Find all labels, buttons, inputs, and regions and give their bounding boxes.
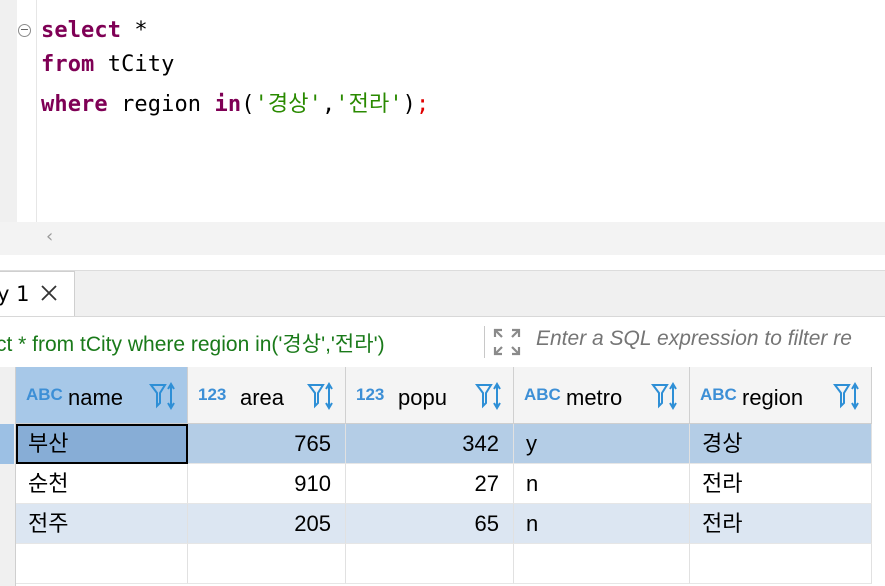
expand-icon[interactable] — [492, 327, 522, 357]
filter-sort-icon[interactable] — [149, 381, 181, 411]
row-header[interactable] — [0, 424, 14, 464]
column-header-popu[interactable]: 123 popu — [346, 367, 514, 424]
chevron-left-icon[interactable]: ‹ — [46, 226, 53, 247]
type-badge: ABC — [700, 385, 737, 404]
table-cell-area[interactable]: 205 — [188, 504, 346, 544]
code-line-3[interactable]: where region in('경상','전라'); — [41, 86, 429, 118]
keyword-select: select — [41, 18, 122, 43]
close-icon[interactable] — [38, 282, 60, 310]
column-label: name — [68, 385, 124, 410]
string-literal: '경상' — [254, 92, 322, 117]
collapse-icon[interactable]: − — [18, 24, 31, 37]
table-cell-metro[interactable]: n — [514, 504, 690, 544]
filter-input[interactable] — [536, 327, 885, 351]
tab-results-1[interactable]: y 1 — [0, 271, 75, 318]
filter-sort-icon[interactable] — [651, 381, 683, 411]
table-cell-name[interactable]: 부산 — [16, 424, 188, 464]
type-badge: ABC — [26, 385, 63, 404]
table-cell-metro[interactable]: y — [514, 424, 690, 464]
code-text: tCity — [94, 52, 175, 77]
column-header-metro[interactable]: ABC metro — [514, 367, 690, 424]
empty-cell — [690, 544, 872, 584]
code-text: * — [121, 18, 148, 43]
table-cell-name[interactable]: 순천 — [16, 464, 188, 504]
column-header-name[interactable]: ABC name — [16, 367, 188, 424]
empty-cell — [188, 544, 346, 584]
code-line-1[interactable]: select * — [41, 18, 148, 43]
code-line-2[interactable]: from tCity — [41, 52, 174, 77]
table-cell-name[interactable]: 전주 — [16, 504, 188, 544]
keyword-where: where — [41, 92, 108, 117]
tab-label: y 1 — [0, 282, 30, 306]
type-badge: 123 — [356, 385, 385, 404]
empty-cell — [514, 544, 690, 584]
table-cell-popu[interactable]: 27 — [346, 464, 514, 504]
results-grid: ABC name 123 area 123 popu ABC metro ABC… — [0, 367, 885, 586]
column-label: region — [742, 385, 804, 410]
filter-sort-icon[interactable] — [475, 381, 507, 411]
filter-sort-icon[interactable] — [833, 381, 865, 411]
close-paren: ) — [402, 92, 417, 117]
results-tab-bar: y 1 — [0, 270, 885, 318]
filter-sort-icon[interactable] — [307, 381, 339, 411]
empty-cell — [346, 544, 514, 584]
filter-bar: ct * from tCity where region in('경상','전라… — [0, 316, 885, 368]
keyword-from: from — [41, 52, 95, 77]
table-cell-region[interactable]: 전라 — [690, 504, 872, 544]
comma: , — [321, 92, 336, 117]
empty-cell — [16, 544, 188, 584]
row-header[interactable] — [0, 464, 14, 504]
column-header-region[interactable]: ABC region — [690, 367, 872, 424]
string-literal: '전라' — [335, 92, 403, 117]
keyword-in: in — [214, 92, 242, 117]
splitter[interactable] — [0, 255, 885, 270]
code-text: region — [107, 92, 215, 117]
query-text: ct * from tCity where region in('경상','전라… — [0, 333, 385, 356]
type-badge: ABC — [524, 385, 561, 404]
table-cell-region[interactable]: 경상 — [690, 424, 872, 464]
semicolon: ; — [416, 92, 430, 117]
divider — [484, 326, 485, 358]
open-paren: ( — [241, 92, 255, 117]
editor-gutter — [0, 0, 17, 222]
type-badge: 123 — [198, 385, 227, 404]
table-cell-area[interactable]: 765 — [188, 424, 346, 464]
column-header-area[interactable]: 123 area — [188, 367, 346, 424]
sql-editor[interactable]: − select * from tCity where region in('경… — [0, 0, 885, 222]
column-label: popu — [398, 385, 447, 410]
row-header[interactable] — [0, 504, 14, 544]
table-cell-region[interactable]: 전라 — [690, 464, 872, 504]
table-cell-metro[interactable]: n — [514, 464, 690, 504]
column-label: metro — [566, 385, 623, 410]
column-label: area — [240, 385, 285, 410]
table-cell-popu[interactable]: 65 — [346, 504, 514, 544]
horizontal-scrollbar[interactable]: ‹ — [0, 222, 885, 255]
table-cell-popu[interactable]: 342 — [346, 424, 514, 464]
table-cell-area[interactable]: 910 — [188, 464, 346, 504]
